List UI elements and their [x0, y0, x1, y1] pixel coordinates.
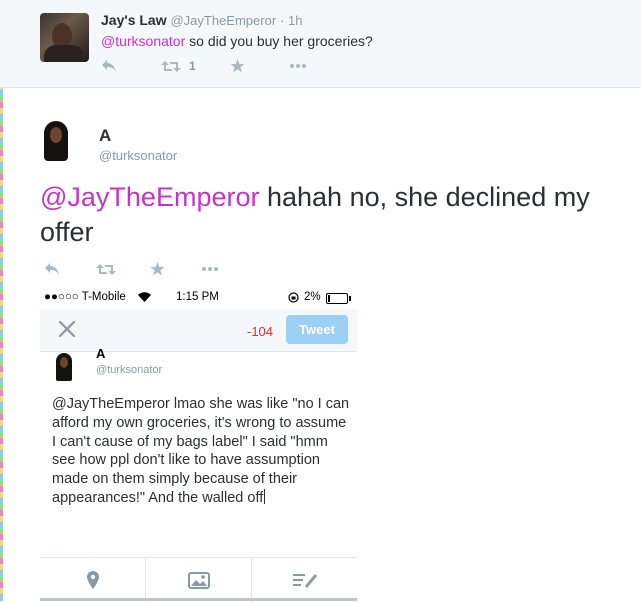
clock-label: 1:15 PM — [176, 291, 219, 303]
photo-button[interactable] — [146, 558, 252, 602]
main-tweet-text: @JayTheEmperor hahah no, she declined my… — [40, 180, 630, 250]
more-icon — [289, 64, 306, 68]
retweet-count: 1 — [189, 59, 196, 73]
mention-link[interactable]: @turksonator — [101, 33, 185, 49]
reply-icon — [45, 263, 59, 275]
author-handle[interactable]: @JayTheEmperor — [170, 13, 276, 28]
reply-tweet-text: @turksonator so did you buy her grocerie… — [101, 33, 373, 49]
more-icon — [202, 267, 218, 271]
retweet-icon — [161, 60, 181, 72]
favorite-icon — [150, 262, 165, 276]
more-button[interactable] — [289, 63, 307, 69]
compose-options-button[interactable] — [252, 558, 357, 602]
wifi-icon — [138, 292, 151, 302]
draft-text: @JayTheEmperor lmao she was like "no I c… — [52, 396, 350, 506]
main-tweet-actions — [44, 262, 263, 276]
character-count: -104 — [247, 324, 274, 339]
draft-tweet-text[interactable]: @JayTheEmperor lmao she was like "no I c… — [52, 395, 352, 508]
mention-link[interactable]: @JayTheEmperor — [40, 182, 259, 212]
reply-button[interactable] — [44, 262, 60, 276]
favorite-icon — [230, 59, 245, 73]
reply-button[interactable] — [101, 59, 117, 73]
reply-tweet[interactable]: Jay's Law @JayTheEmperor · 1h @turksonat… — [0, 0, 641, 88]
photo-icon — [187, 571, 210, 589]
compose-header: -104 Tweet — [40, 309, 357, 352]
favorite-button[interactable] — [230, 59, 245, 73]
text-cursor — [264, 488, 266, 504]
author-handle[interactable]: @turksonator — [99, 148, 177, 163]
reply-icon — [102, 60, 116, 72]
retweet-button[interactable]: 1 — [161, 59, 196, 73]
status-bar: ●●○○○ T-Mobile 1:15 PM 2% — [40, 285, 357, 309]
compose-toolbar — [40, 557, 357, 602]
author-name[interactable]: Jay's Law — [101, 12, 167, 28]
avatar — [54, 351, 74, 383]
author-name[interactable]: A — [99, 126, 111, 146]
location-icon — [86, 571, 99, 589]
carrier-label: ●●○○○ T-Mobile — [44, 291, 126, 303]
left-edge-decoration — [0, 0, 3, 601]
more-button[interactable] — [201, 266, 219, 272]
battery-label: 2% — [304, 291, 321, 303]
retweet-button[interactable] — [96, 263, 116, 276]
compose-icon — [292, 574, 317, 588]
retweet-icon — [96, 263, 116, 275]
tweet-button[interactable]: Tweet — [286, 315, 348, 344]
attached-screenshot[interactable]: ●●○○○ T-Mobile 1:15 PM 2% -104 Tweet A @… — [40, 285, 357, 602]
author-handle: @turksonator — [96, 364, 163, 376]
avatar[interactable] — [40, 119, 72, 163]
location-button[interactable] — [40, 558, 146, 602]
rotation-lock-icon — [288, 292, 299, 303]
author-name: A — [96, 346, 106, 361]
avatar[interactable] — [40, 13, 89, 62]
tweet-time[interactable]: · 1h — [280, 13, 302, 28]
close-icon[interactable] — [56, 318, 78, 340]
reply-tweet-header: Jay's Law @JayTheEmperor · 1h — [101, 12, 302, 28]
battery-icon — [326, 293, 351, 304]
tweet-body: so did you buy her groceries? — [185, 33, 373, 49]
reply-tweet-actions: 1 — [101, 59, 351, 73]
favorite-button[interactable] — [150, 262, 165, 276]
